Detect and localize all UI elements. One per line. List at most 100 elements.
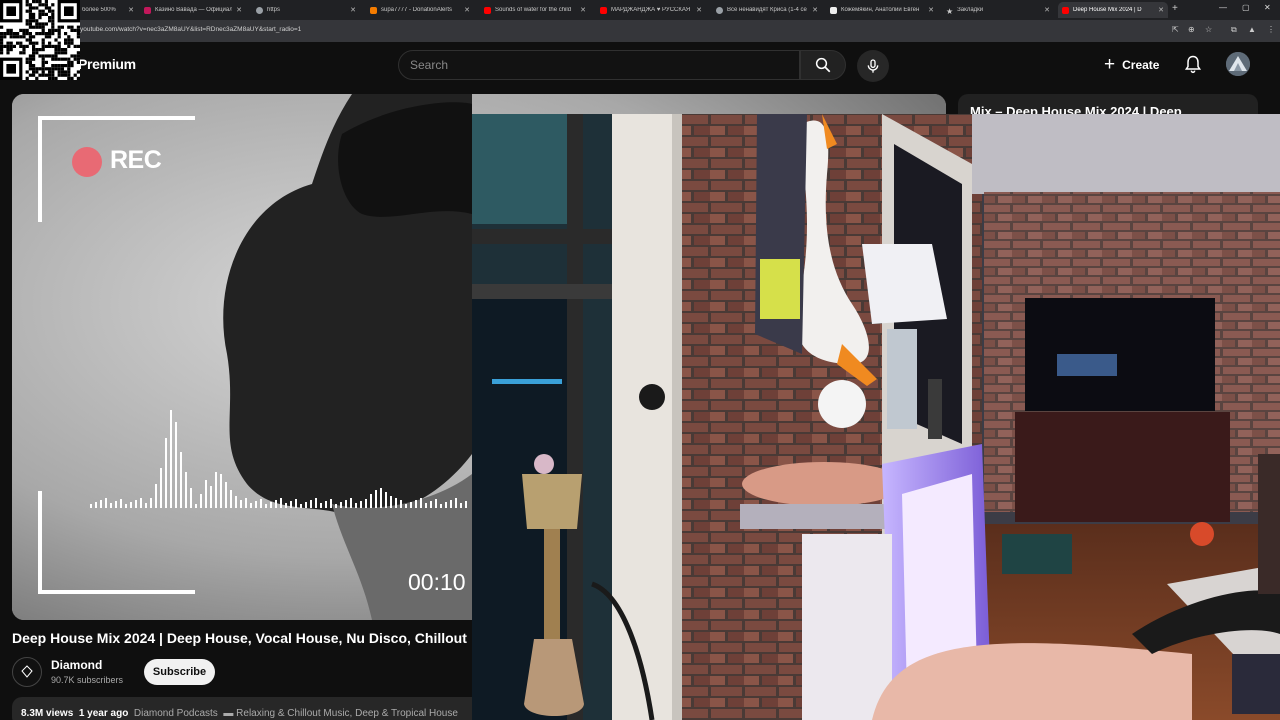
visualizer-bar [265, 504, 267, 508]
visualizer-bar [345, 500, 347, 508]
youtube-header: Premium Search + Create [0, 42, 1280, 90]
visualizer-bar [205, 480, 207, 508]
tab-favicon [830, 6, 837, 14]
close-window-button[interactable]: ✕ [1264, 3, 1271, 12]
description-meta: 8.3M views 1 year ago Diamond Podcasts ▬… [21, 708, 458, 719]
tab-favicon [716, 6, 723, 14]
playlist-icon: ▬ [223, 708, 234, 719]
visualizer-bar [325, 501, 327, 508]
close-icon[interactable]: ✕ [128, 6, 134, 14]
voice-search-button[interactable] [857, 50, 889, 82]
browser-tab[interactable]: Все ненавидят Криса (1-4 се ✕ [712, 2, 822, 18]
visualizer-bar [375, 490, 377, 508]
visualizer-bar [425, 503, 427, 508]
visualizer-bar [460, 503, 462, 508]
visualizer-bar [155, 484, 157, 508]
visualizer-bar [285, 503, 287, 508]
url-text[interactable]: youtube.com/watch?v=nec3aZM8aUY&list=RDn… [80, 26, 301, 33]
zoom-icon[interactable]: ⊕ [1188, 25, 1195, 34]
browser-tab[interactable]: Sounds of water for the child ✕ [480, 2, 590, 18]
visualizer-bar [255, 501, 257, 508]
visualizer-bar [165, 438, 167, 508]
profile-icon[interactable]: ▲ [1248, 25, 1256, 34]
channel-name[interactable]: Diamond [51, 658, 102, 672]
visualizer-bar [405, 504, 407, 508]
upload-age: 1 year ago [78, 708, 129, 719]
browser-tab[interactable]: ★ Закладки ✕ [942, 2, 1054, 18]
browser-tab[interactable]: более 500% ✕ [78, 2, 138, 18]
visualizer-bar [260, 499, 262, 508]
browser-tab[interactable]: МАРДЖАНДЖА ♥ РУССКАЯ ✕ [596, 2, 706, 18]
visualizer-bar [390, 496, 392, 508]
visualizer-bar [100, 500, 102, 508]
subscribe-button[interactable]: Subscribe [144, 659, 215, 685]
search-button[interactable] [800, 50, 846, 80]
visualizer-bar [435, 499, 437, 508]
browser-tab[interactable]: supa7777 - DonationAlerts ✕ [366, 2, 474, 18]
mic-icon [867, 59, 879, 73]
visualizer-bar [320, 503, 322, 508]
extensions-icon[interactable]: ⧉ [1231, 25, 1237, 35]
tab-title: МАРДЖАНДЖА ♥ РУССКАЯ [611, 7, 691, 13]
visualizer-bar [290, 501, 292, 508]
close-icon[interactable]: ✕ [928, 6, 934, 14]
tab-title: Все ненавидят Криса (1-4 се [727, 7, 807, 13]
close-icon[interactable]: ✕ [236, 6, 242, 14]
tab-title: более 500% [82, 7, 116, 13]
close-icon[interactable]: ✕ [812, 6, 818, 14]
browser-tab[interactable]: Казино Вавада — Официальн ✕ [140, 2, 246, 18]
playlist-link[interactable]: Relaxing & Chillout Music, Deep & Tropic… [236, 708, 458, 719]
tab-title: Кожемякин, Анатолий Евген [841, 7, 920, 13]
close-icon[interactable]: ✕ [1158, 6, 1164, 14]
avatar[interactable] [1226, 52, 1250, 76]
minimize-button[interactable]: — [1219, 3, 1227, 12]
tab-favicon [600, 6, 607, 14]
tab-title: https [267, 7, 281, 13]
visualizer-bar [380, 488, 382, 508]
open-in-app-icon[interactable]: ⇱ [1172, 25, 1179, 34]
close-icon[interactable]: ✕ [1044, 6, 1050, 14]
visualizer-bar [340, 502, 342, 508]
visualizer-bar [110, 503, 112, 508]
browser-tab[interactable]: https ✕ [252, 2, 360, 18]
avatar-image [1226, 52, 1250, 76]
search-input[interactable]: Search [398, 50, 800, 80]
visualizer-bar [250, 503, 252, 508]
new-tab-button[interactable]: + [1172, 3, 1178, 14]
create-button[interactable]: + Create [1104, 52, 1159, 78]
hashtag-link[interactable]: Diamond Podcasts [134, 708, 218, 719]
channel-avatar[interactable] [12, 657, 42, 687]
youtube-premium-logo[interactable]: Premium [78, 56, 136, 72]
visualizer-bar [170, 410, 172, 508]
visualizer-bar [230, 490, 232, 508]
visualizer-bar [240, 500, 242, 508]
browser-tab-active[interactable]: Deep House Mix 2024 | D ✕ [1058, 2, 1168, 18]
visualizer-bar [220, 474, 222, 508]
address-bar[interactable]: youtube.com/watch?v=nec3aZM8aUY&list=RDn… [0, 20, 1280, 42]
webcam-scene [472, 114, 1280, 720]
visualizer-bar [395, 498, 397, 508]
visualizer-bar [385, 492, 387, 508]
webcam-overlay [472, 114, 1280, 720]
visualizer-bar [105, 498, 107, 508]
visualizer-bar [300, 504, 302, 508]
view-count: 8.3M views [21, 708, 74, 719]
bell-icon[interactable] [1183, 54, 1203, 74]
tab-title: Deep House Mix 2024 | D [1073, 7, 1142, 13]
tab-favicon [256, 6, 263, 14]
visualizer-bar [160, 468, 162, 508]
close-icon[interactable]: ✕ [696, 6, 702, 14]
search-placeholder: Search [410, 58, 449, 72]
visualizer-bar [355, 503, 357, 508]
close-icon[interactable]: ✕ [580, 6, 586, 14]
close-icon[interactable]: ✕ [350, 6, 356, 14]
visualizer-bar [215, 472, 217, 508]
maximize-button[interactable]: ▢ [1242, 3, 1250, 12]
menu-icon[interactable]: ⋮ [1267, 25, 1275, 34]
close-icon[interactable]: ✕ [464, 6, 470, 14]
visualizer-bar [115, 501, 117, 508]
visualizer-bar [135, 500, 137, 508]
visualizer-bar [245, 498, 247, 508]
star-icon[interactable]: ☆ [1205, 25, 1212, 34]
browser-tab[interactable]: Кожемякин, Анатолий Евген ✕ [826, 2, 938, 18]
